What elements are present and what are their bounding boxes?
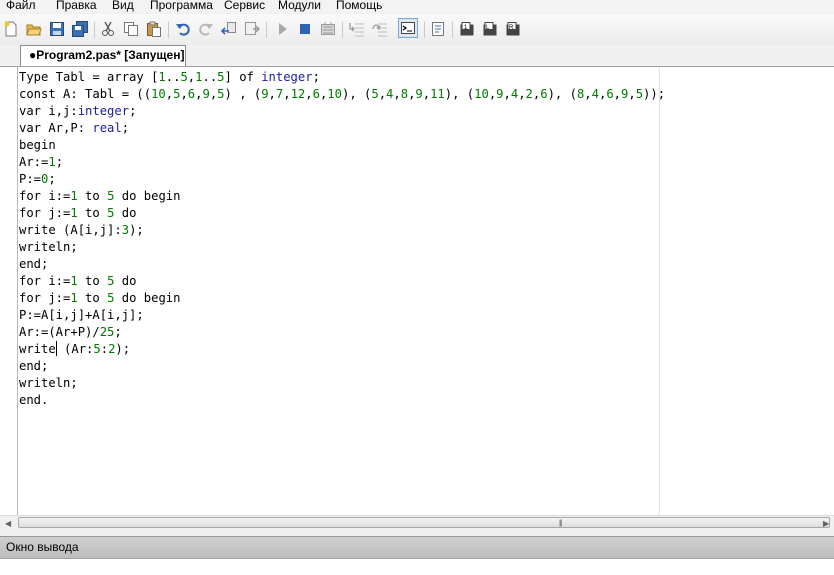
code-line[interactable]: for i:=1 to 5 do [19,273,665,290]
menu-view[interactable]: Вид [112,0,134,13]
menu-service[interactable]: Сервис [224,0,265,13]
code-text[interactable]: Type Tabl = array [1..5,1..5] of integer… [19,69,665,409]
menu-file[interactable]: Файл [6,0,36,13]
menu-bar: Файл Правка Вид Программа Сервис Модули … [0,0,834,13]
code-line[interactable]: Type Tabl = array [1..5,1..5] of integer… [19,69,665,86]
code-line[interactable]: for j:=1 to 5 do begin [19,290,665,307]
tab-program2[interactable]: ●Program2.pas* [Запущен] [20,45,186,66]
code-line[interactable]: begin [19,137,665,154]
code-editor[interactable]: Type Tabl = array [1..5,1..5] of integer… [0,67,834,515]
code-line[interactable]: var i,j:integer; [19,103,665,120]
code-line[interactable]: P:=0; [19,171,665,188]
menu-help[interactable]: Помощь [336,0,382,13]
toolbar-separator [94,22,95,38]
open-file-icon[interactable] [25,20,43,38]
horizontal-scrollbar[interactable]: ◀ ||| ▶ [0,515,834,531]
grip-icon: ||| [559,520,563,527]
stop-icon[interactable] [296,20,314,38]
step-into-icon[interactable] [348,20,366,38]
output-panel-body[interactable] [0,558,834,575]
editor-gutter [0,67,18,515]
compile-icon[interactable] [319,20,337,38]
debug-icon[interactable] [429,20,447,38]
code-line[interactable]: var Ar,P: real; [19,120,665,137]
copy-icon[interactable] [122,20,140,38]
code-line[interactable]: end. [19,392,665,409]
toolbar: 1 L R [0,14,834,45]
scroll-right-icon[interactable]: ▶ [823,519,829,528]
toolbar-separator [452,22,453,38]
undo-icon[interactable] [174,20,192,38]
code-line[interactable]: writeln; [19,375,665,392]
paste-icon[interactable] [145,20,163,38]
cut-icon[interactable] [99,20,117,38]
tab-strip: ●Program2.pas* [Запущен] [0,45,834,67]
toolbar-separator [342,22,343,38]
scrollbar-thumb[interactable]: ||| [18,517,830,528]
module-2-icon[interactable]: L [481,20,499,38]
step-back-icon[interactable] [220,20,238,38]
toolbar-separator [266,22,267,38]
code-line[interactable]: write (Ar:5:2); [19,341,665,358]
code-line[interactable]: for i:=1 to 5 do begin [19,188,665,205]
svg-text:R: R [509,25,514,31]
code-line[interactable]: const A: Tabl = ((10,5,6,9,5) , (9,7,12,… [19,86,665,103]
redo-icon[interactable] [197,20,215,38]
menu-edit[interactable]: Правка [56,0,97,13]
toolbar-separator [168,22,169,38]
text-cursor [55,341,57,356]
code-line[interactable]: end; [19,358,665,375]
module-3-icon[interactable]: R [504,20,522,38]
code-line[interactable]: for j:=1 to 5 do [19,205,665,222]
new-file-icon[interactable] [2,20,20,38]
run-icon[interactable] [273,20,291,38]
output-panel-header: Окно вывода [0,536,834,558]
format-icon[interactable] [243,20,261,38]
module-1-icon[interactable]: 1 [458,20,476,38]
toolbar-separator [424,22,425,38]
scroll-left-icon[interactable]: ◀ [5,519,11,528]
code-line[interactable]: Ar:=(Ar+P)/25; [19,324,665,341]
menu-program[interactable]: Программа [150,0,213,13]
code-line[interactable]: Ar:=1; [19,154,665,171]
save-icon[interactable] [48,20,66,38]
save-all-icon[interactable] [71,20,89,38]
step-over-icon[interactable] [371,20,389,38]
menu-modules[interactable]: Модули [278,0,321,13]
code-line[interactable]: end; [19,256,665,273]
code-line[interactable]: writeln; [19,239,665,256]
code-line[interactable]: write (A[i,j]:3); [19,222,665,239]
output-window-icon[interactable] [398,18,418,38]
code-line[interactable]: P:=A[i,j]+A[i,j]; [19,307,665,324]
